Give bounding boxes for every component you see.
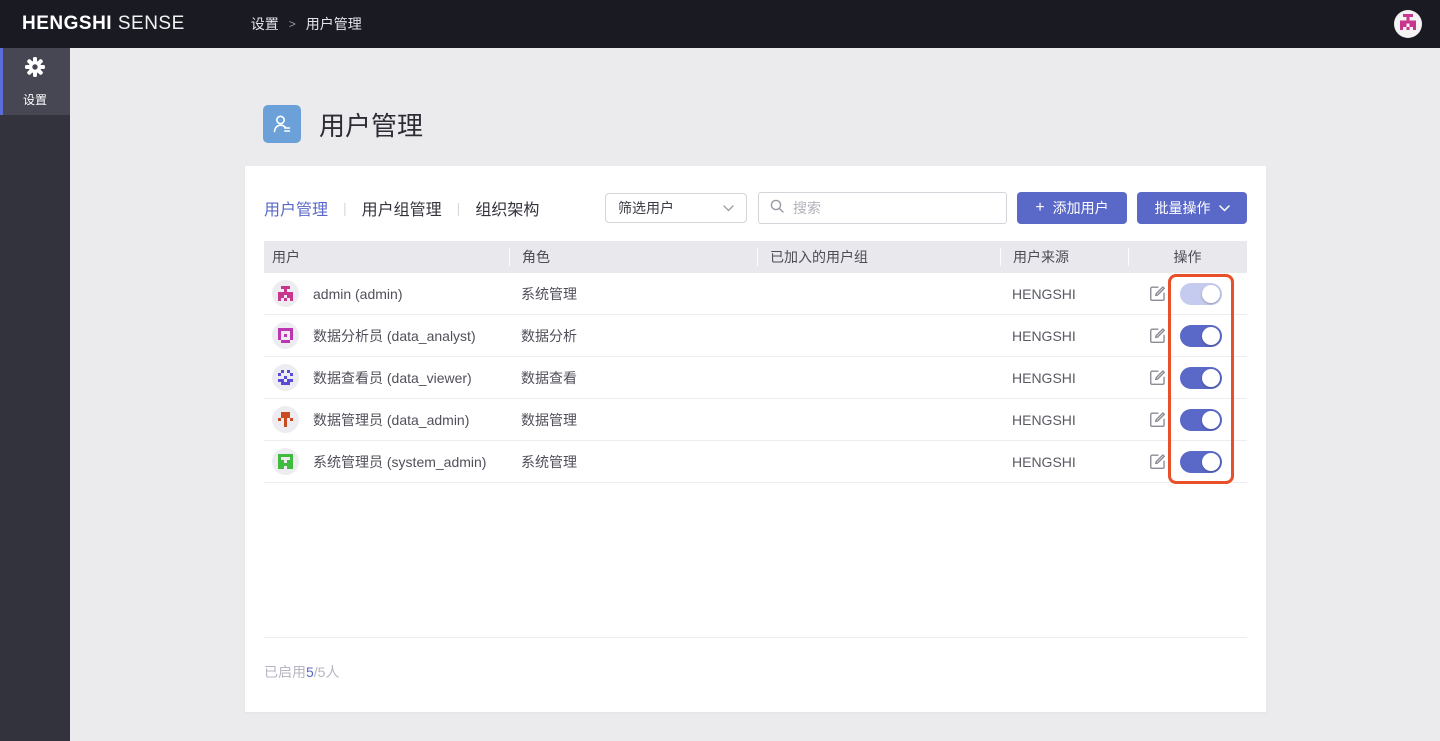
search-box [758, 192, 1007, 224]
column-header: 已加入的用户组 [757, 248, 1000, 266]
user-management-icon [263, 105, 301, 143]
user-identicon-icon [1400, 14, 1416, 35]
user-avatar [272, 448, 299, 475]
batch-actions-label: 批量操作 [1155, 198, 1211, 218]
user-source: HENGSHI [1000, 412, 1128, 428]
column-header: 用户 [264, 248, 509, 266]
column-header: 用户来源 [1000, 248, 1128, 266]
user-avatar [272, 322, 299, 349]
breadcrumb: 设置 > 用户管理 [251, 14, 362, 34]
actions-cell [1128, 367, 1246, 389]
enabled-toggle[interactable] [1180, 451, 1222, 473]
user-cell: 系统管理员 (system_admin) [264, 448, 509, 475]
add-user-button[interactable]: + 添加用户 [1017, 192, 1127, 224]
filter-dropdown-label: 筛选用户 [618, 198, 674, 218]
table-row: 系统管理员 (system_admin) 系统管理 HENGSHI [264, 441, 1247, 483]
user-role: 系统管理 [509, 284, 757, 304]
plus-icon: + [1035, 200, 1044, 216]
toolbar: 用户管理 | 用户组管理 | 组织架构 筛选用户 + 添加用户 批量操作 [264, 192, 1247, 224]
table-row: 数据分析员 (data_analyst) 数据分析 HENGSHI [264, 315, 1247, 357]
user-cell: 数据分析员 (data_analyst) [264, 322, 509, 349]
add-user-label: 添加用户 [1053, 198, 1109, 218]
user-name: 数据管理员 (data_admin) [313, 410, 469, 430]
page-title: 用户管理 [319, 106, 423, 143]
enabled-toggle[interactable] [1180, 409, 1222, 431]
sidebar-item-label: 设置 [23, 91, 47, 108]
table-row: 数据查看员 (data_viewer) 数据查看 HENGSHI [264, 357, 1247, 399]
user-cell: 数据管理员 (data_admin) [264, 406, 509, 433]
actions-cell [1128, 409, 1246, 431]
user-role: 数据查看 [509, 368, 757, 388]
edit-user-button[interactable] [1148, 284, 1167, 303]
tab-separator: | [343, 200, 347, 216]
page-header: 用户管理 [263, 105, 423, 143]
user-role: 系统管理 [509, 452, 757, 472]
user-cell: 数据查看员 (data_viewer) [264, 364, 509, 391]
edit-user-button[interactable] [1148, 410, 1167, 429]
column-header: 角色 [509, 248, 757, 266]
user-name: 系统管理员 (system_admin) [313, 452, 486, 472]
tab-org-structure[interactable]: 组织架构 [475, 196, 539, 220]
user-avatar [272, 280, 299, 307]
footer-divider [264, 637, 1247, 638]
enabled-count-status: 已启用5/5人 [264, 662, 339, 682]
breadcrumb-separator: > [289, 17, 296, 31]
user-name: 数据查看员 (data_viewer) [313, 368, 472, 388]
user-source: HENGSHI [1000, 454, 1128, 470]
user-role: 数据分析 [509, 326, 757, 346]
table-header: 用户角色已加入的用户组用户来源操作 [264, 241, 1247, 273]
actions-cell [1128, 283, 1246, 305]
edit-user-button[interactable] [1148, 326, 1167, 345]
tab-user-group-management[interactable]: 用户组管理 [362, 196, 442, 220]
sidebar-item-settings[interactable]: 设置 [0, 48, 70, 115]
enabled-toggle[interactable] [1180, 325, 1222, 347]
search-input[interactable] [793, 200, 996, 216]
chevron-down-icon [1219, 205, 1230, 212]
column-header: 操作 [1128, 248, 1246, 266]
edit-user-button[interactable] [1148, 368, 1167, 387]
gear-icon [23, 55, 47, 84]
breadcrumb-item[interactable]: 设置 [251, 14, 279, 34]
user-avatar [272, 406, 299, 433]
enabled-prefix: 已启用 [264, 664, 306, 680]
logo-secondary: SENSE [118, 13, 185, 34]
enabled-suffix: /5人 [314, 664, 340, 680]
enabled-toggle[interactable] [1180, 367, 1222, 389]
edit-user-button[interactable] [1148, 452, 1167, 471]
user-name: 数据分析员 (data_analyst) [313, 326, 476, 346]
user-avatar-button[interactable] [1394, 10, 1422, 38]
tab-user-management[interactable]: 用户管理 [264, 196, 328, 220]
app-logo: HENGSHI SENSE [22, 13, 185, 35]
batch-actions-button[interactable]: 批量操作 [1137, 192, 1247, 224]
users-table: 用户角色已加入的用户组用户来源操作 admin (admin) 系统管理 HEN… [264, 241, 1247, 483]
user-name: admin (admin) [313, 286, 402, 302]
breadcrumb-item[interactable]: 用户管理 [306, 14, 362, 34]
main-content: 用户管理 用户管理 | 用户组管理 | 组织架构 筛选用户 + 添加用户 [70, 48, 1440, 741]
user-cell: admin (admin) [264, 280, 509, 307]
logo-primary: HENGSHI [22, 13, 112, 34]
actions-cell [1128, 451, 1246, 473]
user-management-card: 用户管理 | 用户组管理 | 组织架构 筛选用户 + 添加用户 批量操作 [245, 166, 1266, 712]
user-avatar [272, 364, 299, 391]
user-source: HENGSHI [1000, 370, 1128, 386]
search-icon [769, 198, 785, 219]
tab-separator: | [457, 200, 461, 216]
table-row: 数据管理员 (data_admin) 数据管理 HENGSHI [264, 399, 1247, 441]
chevron-down-icon [723, 205, 734, 212]
enabled-count: 5 [306, 664, 314, 680]
user-role: 数据管理 [509, 410, 757, 430]
table-body: admin (admin) 系统管理 HENGSHI 数据分析员 (data_a… [264, 273, 1247, 483]
enabled-toggle[interactable] [1180, 283, 1222, 305]
user-source: HENGSHI [1000, 328, 1128, 344]
filter-user-dropdown[interactable]: 筛选用户 [605, 193, 747, 223]
actions-cell [1128, 325, 1246, 347]
tabs: 用户管理 | 用户组管理 | 组织架构 [264, 196, 539, 220]
sidebar: 设置 [0, 48, 70, 741]
user-source: HENGSHI [1000, 286, 1128, 302]
table-row: admin (admin) 系统管理 HENGSHI [264, 273, 1247, 315]
topbar: HENGSHI SENSE 设置 > 用户管理 [0, 0, 1440, 48]
